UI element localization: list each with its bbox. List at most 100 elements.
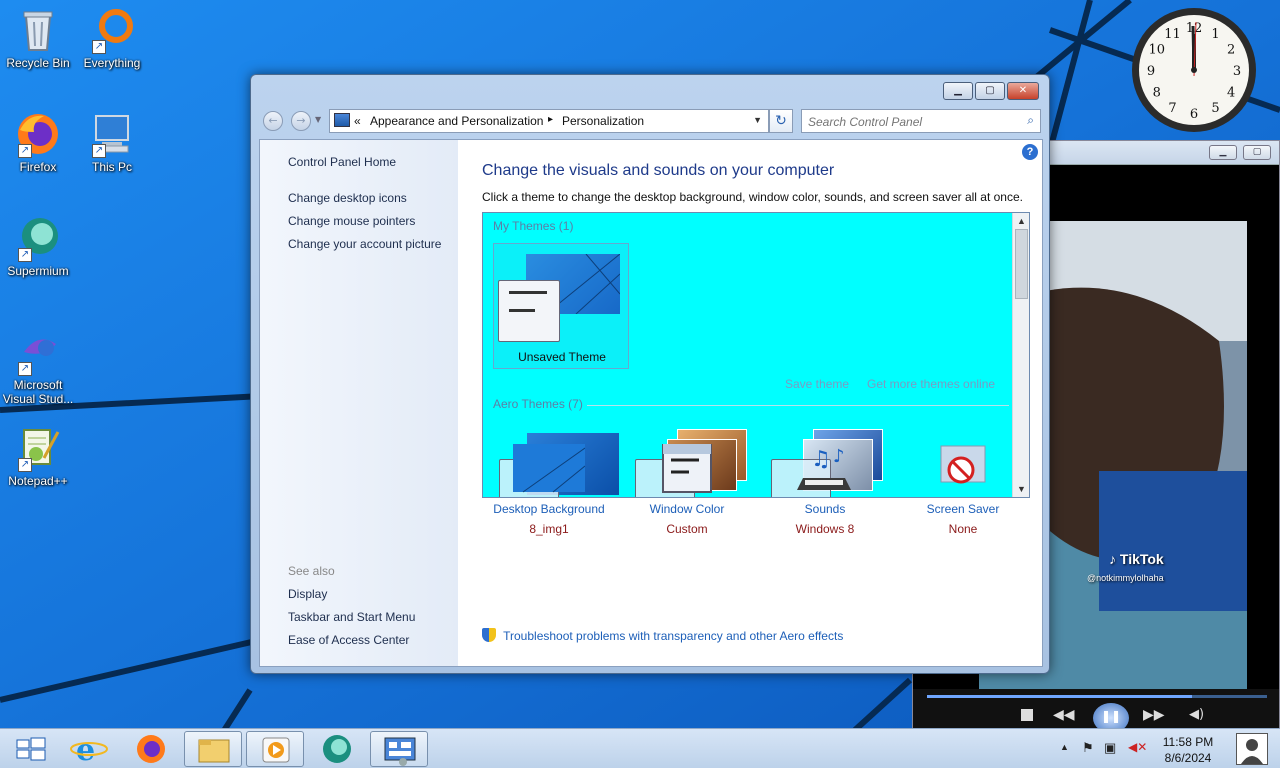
troubleshoot-link[interactable]: Troubleshoot problems with transparency … [482,628,843,643]
page-subtitle: Click a theme to change the desktop back… [482,190,1023,204]
seek-bar-fill [927,695,1193,698]
clock-tray[interactable]: 11:58 PM 8/6/2024 [1160,734,1216,766]
desktop-icon-this-pc[interactable]: ↗ This Pc [74,110,150,174]
scroll-up-arrow[interactable]: ▲ [1013,213,1029,229]
user-icon [1241,739,1263,764]
address-root-marker[interactable]: « [354,114,361,128]
action-center-flag-icon[interactable]: ⚑ [1082,740,1094,756]
window-caption-buttons: ▁ ▢ ✕ [943,82,1041,100]
clock-gadget: 121234567891011 [1132,8,1256,132]
window-color-link[interactable]: Window Color [622,502,752,516]
change-account-picture-link[interactable]: Change your account picture [288,237,441,251]
computer-icon: ↗ [88,110,136,158]
firefox-icon [137,735,165,763]
close-button[interactable]: ✕ [1007,82,1039,100]
control-panel-icon [334,113,350,127]
desktop-background-link[interactable]: Desktop Background [484,502,614,516]
breadcrumb-appearance[interactable]: Appearance and Personalization [370,114,543,128]
internet-explorer-button[interactable]: e [60,731,118,768]
troubleshoot-link-label[interactable]: Troubleshoot problems with transparency … [503,629,843,643]
volume-muted-icon[interactable]: ◀✕ [1128,740,1147,754]
search-box[interactable]: ⌕ [801,109,1041,133]
clock-numeral: 7 [1168,101,1176,116]
scroll-thumb[interactable] [1015,229,1028,299]
minimize-button[interactable]: ▁ [943,82,973,100]
maximize-button[interactable]: ▢ [975,82,1005,100]
search-input[interactable] [808,114,1008,130]
back-button[interactable]: ← [263,111,283,131]
refresh-button[interactable]: ↻ [769,109,793,133]
chevron-down-icon[interactable]: ▼ [753,115,762,125]
desktop-icon-label: Supermium [7,264,69,278]
clock-numeral: 10 [1149,43,1166,58]
supermium-taskbar-button[interactable] [308,731,366,767]
seek-bar[interactable] [927,695,1267,698]
desktop-icon-recycle-bin[interactable]: Recycle Bin [0,6,76,70]
breadcrumb-personalization[interactable]: Personalization [562,114,644,128]
search-icon[interactable]: ⌕ [1027,113,1034,128]
unsaved-theme-tile[interactable]: Unsaved Theme [493,243,629,369]
see-also-heading: See also [288,564,335,578]
tiktok-username: @notkimmylolhaha [1087,573,1164,583]
display-link[interactable]: Display [288,587,327,601]
forward-button[interactable]: → [291,111,311,131]
firefox-taskbar-button[interactable] [122,731,180,767]
minimize-button[interactable]: ▁ [1209,145,1237,160]
supermium-icon [323,735,351,763]
desktop-background-value: 8_img1 [529,522,569,536]
help-icon[interactable]: ? [1022,144,1038,160]
desktop-icon-firefox[interactable]: ↗ Firefox [0,110,76,174]
desktop-icon-visual-studio[interactable]: ↗ Microsoft Visual Stud... [0,328,76,406]
desktop-icon-supermium[interactable]: ↗ Supermium [0,214,76,278]
stop-button[interactable] [1021,709,1033,721]
desktop-background-icon [513,444,586,496]
shortcut-arrow-icon: ↗ [92,40,106,54]
screen-saver-link[interactable]: Screen Saver [898,502,1028,516]
sounds-icon: ♫ ♪ [789,444,861,496]
file-explorer-button[interactable] [184,731,242,767]
next-button[interactable]: ▶▶ [1143,707,1165,723]
control-panel-taskbar-button[interactable] [370,731,428,767]
breadcrumb-separator[interactable]: ▸ [548,114,553,125]
sounds-link[interactable]: Sounds [760,502,890,516]
network-icon[interactable]: ▣ [1104,740,1116,756]
save-theme-link[interactable]: Save theme [785,377,849,391]
clock-numeral: 6 [1190,107,1198,122]
address-bar[interactable]: « Appearance and Personalization ▸ Perso… [329,109,769,133]
media-player-button[interactable] [246,731,304,767]
previous-button[interactable]: ◀◀ [1053,707,1075,723]
control-panel-window[interactable]: ▁ ▢ ✕ ← → ▼ « Appearance and Personaliza… [250,74,1050,674]
show-hidden-icons-button[interactable]: ▲ [1060,742,1069,752]
recycle-bin-icon [14,6,62,54]
shortcut-arrow-icon: ↗ [18,144,32,158]
ease-of-access-link[interactable]: Ease of Access Center [288,633,409,647]
desktop-icon-label: Recycle Bin [6,56,70,70]
task-pane: Control Panel Home Change desktop icons … [260,140,458,666]
recent-pages-dropdown[interactable]: ▼ [315,115,321,124]
desktop-background-item[interactable]: Desktop Background 8_img1 [484,444,614,536]
control-panel-home-link[interactable]: Control Panel Home [288,155,396,169]
shortcut-arrow-icon: ↗ [92,144,106,158]
window-color-icon [651,443,723,496]
window-color-item[interactable]: Window Color Custom [622,443,752,536]
screen-saver-value: None [948,522,978,536]
desktop-icon-everything[interactable]: ↗ Everything [74,6,150,70]
screen-saver-item[interactable]: Screen Saver None [898,444,1028,536]
sounds-item[interactable]: ♫ ♪ Sounds Windows 8 [760,444,890,536]
user-avatar[interactable] [1236,733,1268,765]
start-button[interactable] [2,731,60,767]
change-mouse-pointers-link[interactable]: Change mouse pointers [288,214,415,228]
clock-numeral: 3 [1233,64,1241,79]
change-desktop-icons-link[interactable]: Change desktop icons [288,191,407,205]
desktop-icon-label: Firefox [19,160,57,174]
volume-icon[interactable]: ◀) [1189,707,1204,722]
shield-icon [482,628,496,642]
tiktok-brand: TikTok [1119,551,1164,567]
get-more-themes-link[interactable]: Get more themes online [867,377,995,391]
tiktok-note-icon: ♪ [1109,551,1116,567]
desktop-icon-label: Everything [83,56,141,70]
maximize-button[interactable]: ▢ [1243,145,1271,160]
taskbar-start-menu-link[interactable]: Taskbar and Start Menu [288,610,415,624]
desktop-icon-notepad-plus-plus[interactable]: ↗ Notepad++ [0,424,76,488]
tray-date: 8/6/2024 [1164,751,1212,765]
